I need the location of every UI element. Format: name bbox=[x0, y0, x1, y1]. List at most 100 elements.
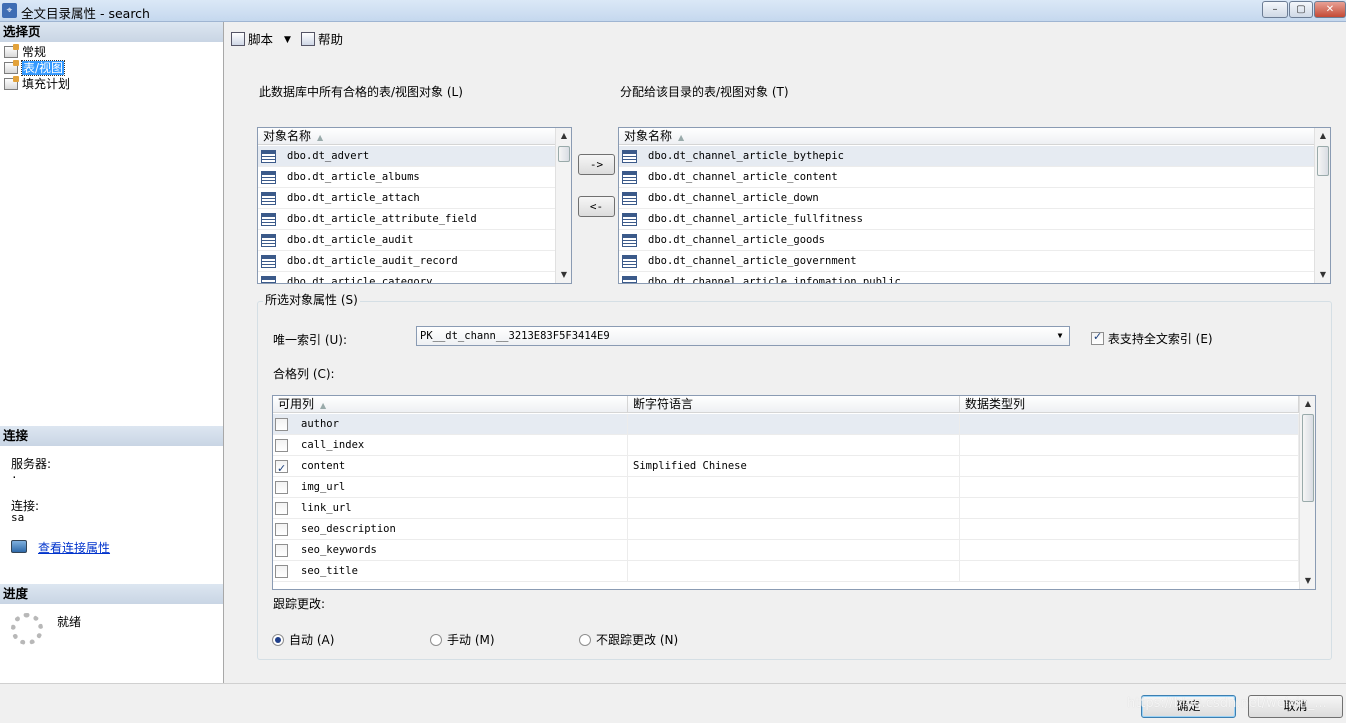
column-row[interactable]: author bbox=[273, 414, 1299, 435]
page-item-general[interactable]: 常规 bbox=[4, 44, 46, 60]
column-checkbox[interactable] bbox=[275, 523, 288, 536]
available-table-row[interactable]: dbo.dt_article_category bbox=[258, 272, 555, 283]
table-name: dbo.dt_article_attribute_field bbox=[287, 213, 477, 225]
column-row[interactable]: seo_title bbox=[273, 561, 1299, 582]
script-button[interactable]: 脚本 bbox=[231, 31, 273, 49]
scroll-thumb[interactable] bbox=[558, 146, 570, 162]
grid-header-type-column[interactable]: 数据类型列 bbox=[960, 396, 1299, 413]
available-table-row[interactable]: dbo.dt_article_audit_record bbox=[258, 251, 555, 272]
remove-table-button[interactable]: <- bbox=[578, 196, 615, 217]
column-row[interactable]: content Simplified Chinese bbox=[273, 456, 1299, 479]
available-table-row[interactable]: dbo.dt_article_attribute_field bbox=[258, 209, 555, 230]
assigned-list-scrollbar[interactable]: ▲ ▼ bbox=[1314, 128, 1330, 283]
column-checkbox[interactable] bbox=[275, 439, 288, 452]
available-table-row[interactable]: dbo.dt_article_audit bbox=[258, 230, 555, 251]
type-column-cell[interactable] bbox=[960, 498, 1299, 519]
assigned-table-row[interactable]: dbo.dt_channel_article_government bbox=[619, 251, 1314, 272]
word-breaker-cell[interactable] bbox=[628, 561, 960, 582]
fulltext-support-checkbox[interactable]: 表支持全文索引 (E) bbox=[1091, 330, 1213, 347]
available-table-row[interactable]: dbo.dt_advert bbox=[258, 146, 555, 167]
fulltext-checkbox-box[interactable] bbox=[1091, 330, 1104, 345]
column-row[interactable]: seo_keywords bbox=[273, 540, 1299, 561]
table-icon bbox=[622, 276, 637, 283]
scroll-thumb[interactable] bbox=[1317, 146, 1329, 176]
type-column-cell[interactable] bbox=[960, 561, 1299, 582]
tracking-auto-radio[interactable]: 自动 (A) bbox=[272, 631, 334, 648]
columns-grid-scrollbar[interactable]: ▲ ▼ bbox=[1299, 396, 1315, 589]
available-table-row[interactable]: dbo.dt_article_albums bbox=[258, 167, 555, 188]
type-column-cell[interactable] bbox=[960, 477, 1299, 498]
scroll-thumb[interactable] bbox=[1302, 414, 1314, 502]
assigned-table-row[interactable]: dbo.dt_channel_article_fullfitness bbox=[619, 209, 1314, 230]
word-breaker-cell[interactable] bbox=[628, 414, 960, 435]
column-row[interactable]: call_index bbox=[273, 435, 1299, 456]
type-column-cell[interactable] bbox=[960, 540, 1299, 561]
assigned-table-row[interactable]: dbo.dt_channel_article_bythepic bbox=[619, 146, 1314, 167]
column-checkbox[interactable] bbox=[275, 418, 288, 431]
available-table-row[interactable]: dbo.dt_article_attach bbox=[258, 188, 555, 209]
scroll-down-icon[interactable]: ▼ bbox=[1315, 267, 1330, 283]
scroll-down-icon[interactable]: ▼ bbox=[556, 267, 571, 283]
scroll-down-icon[interactable]: ▼ bbox=[1300, 573, 1315, 589]
close-button[interactable]: ✕ bbox=[1314, 1, 1346, 18]
assigned-tables-list[interactable]: 对象名称 ▲ dbo.dt_channel_article_bythepic dbo… bbox=[618, 127, 1331, 284]
radio-button[interactable] bbox=[430, 634, 442, 646]
column-checkbox[interactable] bbox=[275, 565, 288, 578]
scroll-up-icon[interactable]: ▲ bbox=[1300, 396, 1315, 412]
chevron-down-icon[interactable]: ▼ bbox=[1053, 328, 1067, 344]
column-row[interactable]: seo_description bbox=[273, 519, 1299, 540]
table-icon bbox=[622, 171, 637, 184]
object-name-column-header[interactable]: 对象名称 ▲ bbox=[619, 128, 1314, 145]
assigned-table-row[interactable]: dbo.dt_channel_article_content bbox=[619, 167, 1314, 188]
available-list-scrollbar[interactable]: ▲ ▼ bbox=[555, 128, 571, 283]
word-breaker-cell[interactable]: Simplified Chinese bbox=[628, 456, 960, 477]
column-row[interactable]: img_url bbox=[273, 477, 1299, 498]
type-column-cell[interactable] bbox=[960, 519, 1299, 540]
scroll-up-icon[interactable]: ▲ bbox=[1315, 128, 1330, 144]
type-column-cell[interactable] bbox=[960, 456, 1299, 477]
progress-status: 就绪 bbox=[57, 615, 82, 629]
table-icon bbox=[261, 234, 276, 247]
radio-button[interactable] bbox=[272, 634, 284, 646]
column-checkbox[interactable] bbox=[275, 502, 288, 515]
column-checkbox[interactable] bbox=[275, 544, 288, 557]
toolbar: 脚本 ▼ 帮助 bbox=[225, 22, 1346, 56]
table-name: dbo.dt_article_albums bbox=[287, 171, 420, 183]
eligible-columns-grid[interactable]: 可用列 ▲ 断字符语言 数据类型列 author call_indexcontent… bbox=[272, 395, 1316, 590]
grid-header-word-breaker[interactable]: 断字符语言 bbox=[628, 396, 960, 413]
word-breaker-cell[interactable] bbox=[628, 498, 960, 519]
view-connection-properties-link[interactable]: 查看连接属性 bbox=[38, 539, 110, 556]
word-breaker-cell[interactable] bbox=[628, 477, 960, 498]
word-breaker-cell[interactable] bbox=[628, 519, 960, 540]
column-checkbox[interactable] bbox=[275, 481, 288, 494]
radio-button[interactable] bbox=[579, 634, 591, 646]
dialog-button-bar: 确定 取消 https://blog.csdn.net/weixin_... bbox=[0, 683, 1346, 723]
assigned-table-row[interactable]: dbo.dt_channel_article_infomation_public bbox=[619, 272, 1314, 283]
help-label: 帮助 bbox=[318, 32, 344, 47]
add-table-button[interactable]: -> bbox=[578, 154, 615, 175]
word-breaker-cell[interactable] bbox=[628, 540, 960, 561]
ok-button[interactable]: 确定 bbox=[1141, 695, 1236, 718]
scroll-up-icon[interactable]: ▲ bbox=[556, 128, 571, 144]
unique-index-combo[interactable]: PK__dt_chann__3213E83F5F3414E9 ▼ bbox=[416, 326, 1070, 346]
minimize-button[interactable]: – bbox=[1262, 1, 1288, 18]
object-name-column-header[interactable]: 对象名称 ▲ bbox=[258, 128, 555, 145]
script-dropdown-arrow[interactable]: ▼ bbox=[284, 31, 291, 49]
page-item-population-schedule[interactable]: 填充计划 bbox=[4, 76, 70, 92]
type-column-cell[interactable] bbox=[960, 414, 1299, 435]
cancel-button[interactable]: 取消 bbox=[1248, 695, 1343, 718]
column-name-cell: seo_keywords bbox=[273, 540, 628, 561]
assigned-table-row[interactable]: dbo.dt_channel_article_down bbox=[619, 188, 1314, 209]
grid-header-available-columns[interactable]: 可用列 ▲ bbox=[273, 396, 628, 413]
type-column-cell[interactable] bbox=[960, 435, 1299, 456]
tracking-none-radio[interactable]: 不跟踪更改 (N) bbox=[579, 631, 678, 648]
maximize-button[interactable]: ▢ bbox=[1289, 1, 1313, 18]
assigned-table-row[interactable]: dbo.dt_channel_article_goods bbox=[619, 230, 1314, 251]
column-checkbox[interactable] bbox=[275, 458, 288, 479]
page-item-tables-views[interactable]: 表/视图 bbox=[4, 60, 66, 76]
available-tables-list[interactable]: 对象名称 ▲ dbo.dt_advert dbo.dt_article_albums… bbox=[257, 127, 572, 284]
help-button[interactable]: 帮助 bbox=[301, 31, 343, 49]
column-row[interactable]: link_url bbox=[273, 498, 1299, 519]
word-breaker-cell[interactable] bbox=[628, 435, 960, 456]
tracking-manual-radio[interactable]: 手动 (M) bbox=[430, 631, 495, 648]
